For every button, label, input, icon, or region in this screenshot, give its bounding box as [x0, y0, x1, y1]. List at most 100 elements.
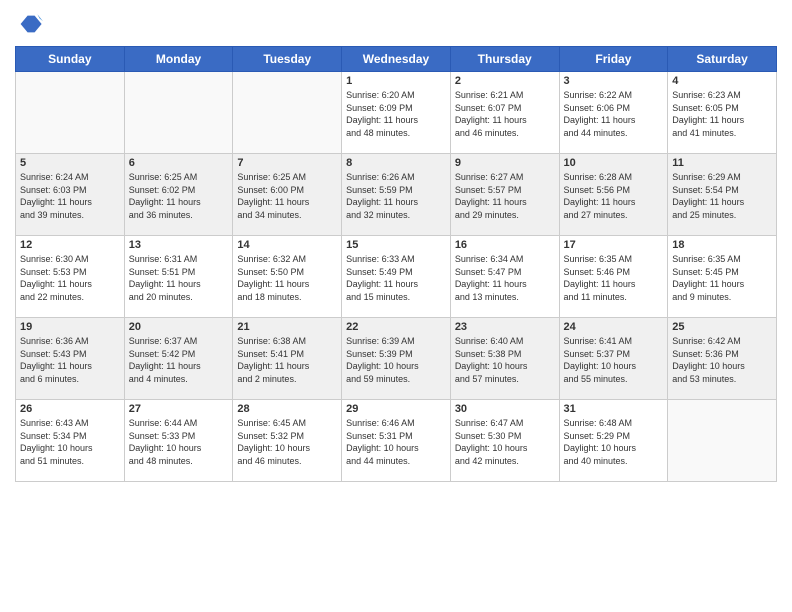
- day-info: Sunrise: 6:32 AM Sunset: 5:50 PM Dayligh…: [237, 253, 337, 303]
- calendar-cell: 9 Sunrise: 6:27 AM Sunset: 5:57 PM Daylig…: [450, 154, 559, 236]
- day-number: 27: [129, 403, 229, 415]
- day-number: 25: [672, 321, 772, 333]
- calendar-table: SundayMondayTuesdayWednesdayThursdayFrid…: [15, 46, 777, 482]
- day-number: 12: [20, 239, 120, 251]
- calendar-cell: 4Sunrise: 6:23 AM Sunset: 6:05 PM Daylig…: [668, 72, 777, 154]
- calendar-cell: 26 Sunrise: 6:43 AM Sunset: 5:34 PM Dayli…: [16, 400, 125, 482]
- calendar-cell: 16 Sunrise: 6:34 AM Sunset: 5:47 PM Dayli…: [450, 236, 559, 318]
- day-info: Sunrise: 6:23 AM Sunset: 6:05 PM Dayligh…: [672, 89, 772, 139]
- calendar-cell: 20 Sunrise: 6:37 AM Sunset: 5:42 PM Dayli…: [124, 318, 233, 400]
- calendar-cell: 30Sunrise: 6:47 AM Sunset: 5:30 PM Dayli…: [450, 400, 559, 482]
- calendar-cell: 8 Sunrise: 6:26 AM Sunset: 5:59 PM Daylig…: [342, 154, 451, 236]
- day-info: Sunrise: 6:22 AM Sunset: 6:06 PM Dayligh…: [564, 89, 664, 139]
- calendar-cell: 25Sunrise: 6:42 AM Sunset: 5:36 PM Dayli…: [668, 318, 777, 400]
- day-info: Sunrise: 6:33 AM Sunset: 5:49 PM Dayligh…: [346, 253, 446, 303]
- calendar-cell: [124, 72, 233, 154]
- calendar-cell: 11 Sunrise: 6:29 AM Sunset: 5:54 PM Dayli…: [668, 154, 777, 236]
- calendar-cell: 23Sunrise: 6:40 AM Sunset: 5:38 PM Dayli…: [450, 318, 559, 400]
- page: SundayMondayTuesdayWednesdayThursdayFrid…: [0, 0, 792, 612]
- day-number: 2: [455, 75, 555, 87]
- day-number: 18: [672, 239, 772, 251]
- weekday-header-sunday: Sunday: [16, 47, 125, 72]
- calendar-cell: [16, 72, 125, 154]
- day-info: Sunrise: 6:25 AM Sunset: 6:02 PM Dayligh…: [129, 171, 229, 221]
- day-info: Sunrise: 6:40 AM Sunset: 5:38 PM Dayligh…: [455, 335, 555, 385]
- day-number: 9: [455, 157, 555, 169]
- calendar-cell: 31Sunrise: 6:48 AM Sunset: 5:29 PM Dayli…: [559, 400, 668, 482]
- calendar-cell: [668, 400, 777, 482]
- calendar-cell: 14 Sunrise: 6:32 AM Sunset: 5:50 PM Dayli…: [233, 236, 342, 318]
- day-info: Sunrise: 6:38 AM Sunset: 5:41 PM Dayligh…: [237, 335, 337, 385]
- week-row-3: 12 Sunrise: 6:30 AM Sunset: 5:53 PM Dayli…: [16, 236, 777, 318]
- week-row-1: 1 Sunrise: 6:20 AM Sunset: 6:09 PM Daylig…: [16, 72, 777, 154]
- day-number: 11: [672, 157, 772, 169]
- calendar-cell: 2 Sunrise: 6:21 AM Sunset: 6:07 PM Daylig…: [450, 72, 559, 154]
- day-info: Sunrise: 6:20 AM Sunset: 6:09 PM Dayligh…: [346, 89, 446, 139]
- day-number: 29: [346, 403, 446, 415]
- calendar-cell: 18 Sunrise: 6:35 AM Sunset: 5:45 PM Dayli…: [668, 236, 777, 318]
- day-number: 22: [346, 321, 446, 333]
- day-info: Sunrise: 6:24 AM Sunset: 6:03 PM Dayligh…: [20, 171, 120, 221]
- week-row-5: 26 Sunrise: 6:43 AM Sunset: 5:34 PM Dayli…: [16, 400, 777, 482]
- calendar-cell: 21 Sunrise: 6:38 AM Sunset: 5:41 PM Dayli…: [233, 318, 342, 400]
- day-info: Sunrise: 6:25 AM Sunset: 6:00 PM Dayligh…: [237, 171, 337, 221]
- weekday-header-thursday: Thursday: [450, 47, 559, 72]
- day-number: 30: [455, 403, 555, 415]
- day-info: Sunrise: 6:35 AM Sunset: 5:46 PM Dayligh…: [564, 253, 664, 303]
- day-number: 14: [237, 239, 337, 251]
- calendar-cell: 29 Sunrise: 6:46 AM Sunset: 5:31 PM Dayli…: [342, 400, 451, 482]
- day-info: Sunrise: 6:46 AM Sunset: 5:31 PM Dayligh…: [346, 417, 446, 467]
- logo-icon: [15, 10, 43, 38]
- day-info: Sunrise: 6:45 AM Sunset: 5:32 PM Dayligh…: [237, 417, 337, 467]
- calendar-cell: 6Sunrise: 6:25 AM Sunset: 6:02 PM Daylig…: [124, 154, 233, 236]
- day-info: Sunrise: 6:31 AM Sunset: 5:51 PM Dayligh…: [129, 253, 229, 303]
- day-info: Sunrise: 6:44 AM Sunset: 5:33 PM Dayligh…: [129, 417, 229, 467]
- day-info: Sunrise: 6:35 AM Sunset: 5:45 PM Dayligh…: [672, 253, 772, 303]
- weekday-header-saturday: Saturday: [668, 47, 777, 72]
- day-info: Sunrise: 6:43 AM Sunset: 5:34 PM Dayligh…: [20, 417, 120, 467]
- calendar-cell: 17 Sunrise: 6:35 AM Sunset: 5:46 PM Dayli…: [559, 236, 668, 318]
- calendar-cell: 3 Sunrise: 6:22 AM Sunset: 6:06 PM Daylig…: [559, 72, 668, 154]
- day-number: 5: [20, 157, 120, 169]
- day-number: 20: [129, 321, 229, 333]
- day-info: Sunrise: 6:41 AM Sunset: 5:37 PM Dayligh…: [564, 335, 664, 385]
- calendar-cell: 22 Sunrise: 6:39 AM Sunset: 5:39 PM Dayli…: [342, 318, 451, 400]
- day-info: Sunrise: 6:26 AM Sunset: 5:59 PM Dayligh…: [346, 171, 446, 221]
- day-info: Sunrise: 6:39 AM Sunset: 5:39 PM Dayligh…: [346, 335, 446, 385]
- day-number: 1: [346, 75, 446, 87]
- day-info: Sunrise: 6:37 AM Sunset: 5:42 PM Dayligh…: [129, 335, 229, 385]
- day-number: 21: [237, 321, 337, 333]
- header: [15, 10, 777, 38]
- calendar-cell: 15 Sunrise: 6:33 AM Sunset: 5:49 PM Dayli…: [342, 236, 451, 318]
- weekday-header-monday: Monday: [124, 47, 233, 72]
- day-number: 3: [564, 75, 664, 87]
- week-row-2: 5 Sunrise: 6:24 AM Sunset: 6:03 PM Daylig…: [16, 154, 777, 236]
- day-number: 26: [20, 403, 120, 415]
- day-number: 16: [455, 239, 555, 251]
- day-info: Sunrise: 6:36 AM Sunset: 5:43 PM Dayligh…: [20, 335, 120, 385]
- calendar-cell: 19 Sunrise: 6:36 AM Sunset: 5:43 PM Dayli…: [16, 318, 125, 400]
- day-number: 7: [237, 157, 337, 169]
- day-number: 19: [20, 321, 120, 333]
- weekday-header-tuesday: Tuesday: [233, 47, 342, 72]
- weekday-header-friday: Friday: [559, 47, 668, 72]
- day-number: 24: [564, 321, 664, 333]
- day-info: Sunrise: 6:27 AM Sunset: 5:57 PM Dayligh…: [455, 171, 555, 221]
- day-number: 8: [346, 157, 446, 169]
- day-number: 28: [237, 403, 337, 415]
- day-number: 13: [129, 239, 229, 251]
- calendar-cell: 12 Sunrise: 6:30 AM Sunset: 5:53 PM Dayli…: [16, 236, 125, 318]
- day-number: 10: [564, 157, 664, 169]
- day-info: Sunrise: 6:34 AM Sunset: 5:47 PM Dayligh…: [455, 253, 555, 303]
- weekday-header-wednesday: Wednesday: [342, 47, 451, 72]
- calendar-cell: 13 Sunrise: 6:31 AM Sunset: 5:51 PM Dayli…: [124, 236, 233, 318]
- day-number: 17: [564, 239, 664, 251]
- calendar-cell: 27 Sunrise: 6:44 AM Sunset: 5:33 PM Dayli…: [124, 400, 233, 482]
- day-number: 15: [346, 239, 446, 251]
- calendar-cell: 28 Sunrise: 6:45 AM Sunset: 5:32 PM Dayli…: [233, 400, 342, 482]
- week-row-4: 19 Sunrise: 6:36 AM Sunset: 5:43 PM Dayli…: [16, 318, 777, 400]
- day-info: Sunrise: 6:21 AM Sunset: 6:07 PM Dayligh…: [455, 89, 555, 139]
- day-info: Sunrise: 6:30 AM Sunset: 5:53 PM Dayligh…: [20, 253, 120, 303]
- day-info: Sunrise: 6:29 AM Sunset: 5:54 PM Dayligh…: [672, 171, 772, 221]
- day-info: Sunrise: 6:48 AM Sunset: 5:29 PM Dayligh…: [564, 417, 664, 467]
